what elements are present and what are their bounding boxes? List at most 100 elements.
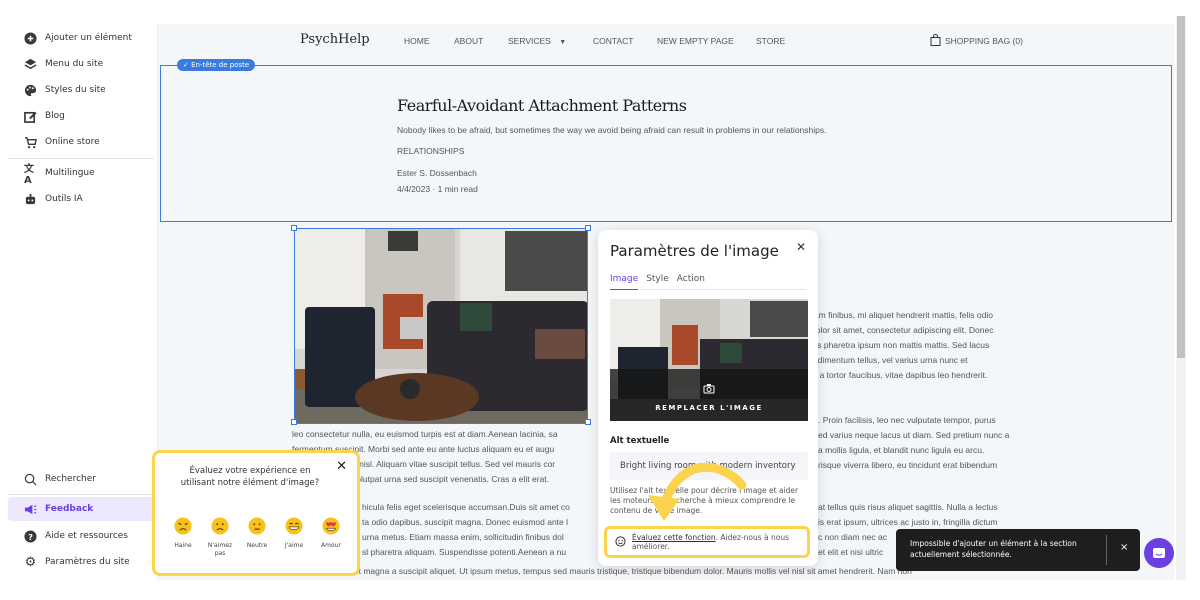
- paragraph-last-line: leo. Cras nenc erit magna a suscipit ali…: [292, 566, 912, 576]
- sidebar-item-help[interactable]: ? Aide et ressources: [8, 524, 154, 548]
- living-room-photo: [295, 229, 587, 423]
- nav-services-label: SERVICES: [508, 36, 551, 46]
- editor-sidebar: Ajouter un élément Menu du site Styles d…: [0, 24, 158, 580]
- rating-love[interactable]: Amour: [313, 517, 349, 550]
- resize-handle-top-left[interactable]: [291, 225, 297, 231]
- tab-style[interactable]: Style: [646, 274, 669, 290]
- close-icon[interactable]: ✕: [336, 459, 347, 474]
- rate-feature-box: Évaluez cette fonction. Aidez-nous à nou…: [604, 526, 810, 558]
- sidebar-item-site-styles[interactable]: Styles du site: [8, 78, 154, 102]
- selected-image[interactable]: [294, 228, 588, 424]
- rate-feature-link[interactable]: Évaluez cette fonction: [632, 533, 716, 542]
- text-line: Etiam finibus, mi aliquet hendrerit matt…: [804, 310, 993, 320]
- post-category[interactable]: RELATIONSHIPS: [397, 146, 464, 156]
- gear-icon: ⚙: [24, 554, 37, 570]
- site-brand[interactable]: PsychHelp: [300, 32, 370, 47]
- toast-message: Impossible d'ajouter un élément à la sec…: [910, 539, 1077, 559]
- nav-new-empty-page[interactable]: NEW EMPTY PAGE: [657, 36, 734, 46]
- translate-icon: 文A: [24, 164, 34, 186]
- sidebar-item-search[interactable]: Rechercher: [8, 467, 154, 491]
- shopping-bag-label: SHOPPING BAG (0): [945, 36, 1023, 46]
- sidebar-item-label: Paramètres du site: [45, 557, 130, 567]
- sidebar-item-add-element[interactable]: Ajouter un élément: [8, 26, 154, 50]
- sidebar-item-label: Multilingue: [45, 168, 95, 178]
- sidebar-item-label: Feedback: [45, 504, 94, 514]
- help-icon: ?: [24, 529, 37, 543]
- sidebar-item-blog[interactable]: Blog: [8, 104, 154, 128]
- text-line: hicula felis eget scelerisque accumsan.D…: [362, 502, 570, 512]
- nav-contact[interactable]: CONTACT: [593, 36, 633, 46]
- resize-handle-top-right[interactable]: [585, 225, 591, 231]
- rating-label: N'aimez pas: [207, 542, 233, 557]
- rating-dislike[interactable]: N'aimez pas: [202, 517, 238, 558]
- text-line: . Proin facilisis, leo nec vulputate tem…: [818, 415, 996, 425]
- close-icon[interactable]: ✕: [796, 240, 806, 254]
- sidebar-item-feedback[interactable]: Feedback: [8, 497, 154, 521]
- post-date: 4/4/2023 · 1 min read: [397, 184, 478, 194]
- edit-icon: [24, 110, 37, 123]
- text-line: condimentum tellus, vel varius urna nunc…: [804, 355, 968, 365]
- close-icon[interactable]: ×: [1120, 542, 1128, 553]
- chat-button[interactable]: [1144, 538, 1174, 568]
- text-line: sl pharetra aliquam. Suspendisse potenti…: [362, 547, 567, 557]
- text-line: at tellus quis risus aliquet sagittis. N…: [818, 502, 998, 512]
- sidebar-item-multilingual[interactable]: 文A Multilingue: [8, 161, 154, 186]
- caret-down-icon: ▼: [559, 39, 567, 46]
- paragraph-3-left: hicula felis eget scelerisque accumsan.D…: [362, 500, 570, 560]
- smiley-icon: [615, 535, 626, 549]
- sidebar-item-label: Menu du site: [45, 59, 104, 69]
- error-toast: Impossible d'ajouter un élément à la sec…: [896, 529, 1140, 571]
- replace-image-button[interactable]: REMPLACER L'IMAGE: [610, 369, 808, 421]
- rating-hate[interactable]: Haine: [165, 517, 201, 550]
- megaphone-icon: [24, 503, 37, 516]
- sidebar-item-label: Blog: [45, 111, 65, 121]
- camera-icon: [703, 379, 715, 398]
- section-badge[interactable]: ✓ En-tête de poste: [177, 59, 256, 71]
- neutral-face-icon: [248, 517, 266, 535]
- text-line: ed varius neque lacus ut diam. Sed preti…: [818, 430, 1010, 440]
- sidebar-item-site-menu[interactable]: Menu du site: [8, 52, 154, 76]
- post-header-section[interactable]: ✓ En-tête de poste Fearful-Avoidant Atta…: [160, 59, 1172, 222]
- text-line: ellus pharetra ipsum non mattis mattis. …: [804, 340, 990, 350]
- rating-neutral[interactable]: Neutre: [239, 517, 275, 550]
- layers-icon: [24, 58, 37, 71]
- resize-handle-bottom-right[interactable]: [585, 419, 591, 425]
- cart-icon: [24, 136, 37, 149]
- rating-label: Haine: [174, 542, 192, 549]
- sidebar-item-label: Aide et ressources: [45, 531, 128, 541]
- shopping-bag-icon: [930, 34, 941, 48]
- post-title: Fearful-Avoidant Attachment Patterns: [397, 96, 687, 115]
- page-scrollbar[interactable]: [1176, 16, 1186, 580]
- rating-label: Neutre: [246, 542, 268, 549]
- text-line: risque viverra libero, eu tincidunt erat…: [818, 460, 998, 470]
- rating-label: Amour: [321, 542, 341, 549]
- site-navbar: PsychHelp HOME ABOUT SERVICES ▼ CONTACT …: [158, 24, 1174, 58]
- feedback-question: Évaluez votre expérience en utilisant no…: [180, 466, 320, 488]
- sidebar-divider: [8, 494, 154, 495]
- text-line: ta odio dapibus, suscipit magna. Donec e…: [362, 517, 569, 527]
- shopping-bag-link[interactable]: SHOPPING BAG (0): [930, 34, 1023, 48]
- nav-about[interactable]: ABOUT: [454, 36, 483, 46]
- svg-text:?: ?: [28, 531, 33, 541]
- sad-face-icon: [211, 517, 229, 535]
- nav-store[interactable]: STORE: [756, 36, 785, 46]
- scrollbar-thumb[interactable]: [1177, 16, 1185, 358]
- chat-icon: [1153, 547, 1165, 558]
- sidebar-item-site-settings[interactable]: ⚙ Paramètres du site: [8, 550, 154, 574]
- text-line: n dolor sit amet, consectetur adipiscing…: [804, 325, 994, 335]
- plus-circle-icon: [24, 31, 37, 45]
- rating-like[interactable]: J'aime: [276, 517, 312, 550]
- nav-services[interactable]: SERVICES ▼: [508, 36, 566, 46]
- image-preview: REMPLACER L'IMAGE: [610, 299, 808, 421]
- tab-action[interactable]: Action: [677, 274, 705, 290]
- tab-image[interactable]: Image: [610, 274, 639, 290]
- nav-home[interactable]: HOME: [404, 36, 430, 46]
- sidebar-item-online-store[interactable]: Online store: [8, 130, 154, 154]
- post-subtitle: Nobody likes to be afraid, but sometimes…: [397, 125, 827, 135]
- sidebar-item-ai-tools[interactable]: Outils IA: [8, 187, 154, 211]
- toast-divider: [1106, 535, 1107, 565]
- rating-label: J'aime: [284, 542, 304, 549]
- resize-handle-bottom-left[interactable]: [291, 419, 297, 425]
- text-line: cus a tortor faucibus, vitae dapibus leo…: [804, 370, 988, 380]
- sidebar-item-label: Ajouter un élément: [45, 33, 132, 43]
